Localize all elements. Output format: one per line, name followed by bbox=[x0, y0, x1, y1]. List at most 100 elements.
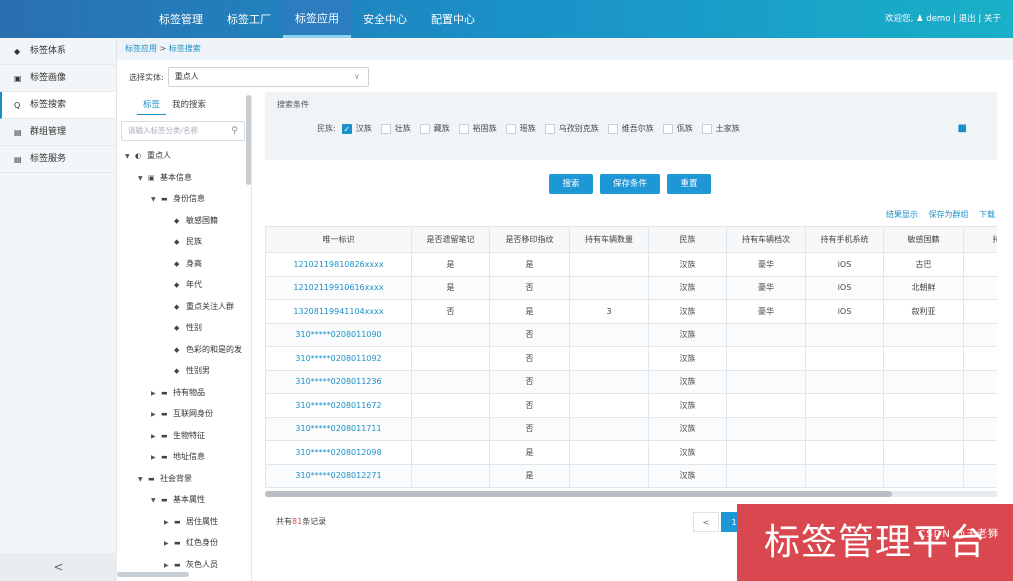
table-row[interactable]: 310*****0208011236 否 汉族 bbox=[265, 369, 997, 394]
tree-vertical-scrollbar[interactable] bbox=[246, 95, 251, 185]
sidebar-item-tag-service[interactable]: ▤ 标签服务 bbox=[0, 146, 116, 173]
caret-down-icon[interactable]: ▼ bbox=[125, 146, 135, 167]
about-link[interactable]: 关于 bbox=[984, 14, 1001, 24]
ethnicity-checkbox[interactable]: 乌孜别克族 bbox=[544, 123, 599, 134]
column-header[interactable]: 是否移印指纹 bbox=[489, 226, 570, 253]
entity-select[interactable]: 重点人 ∨ bbox=[167, 67, 369, 87]
caret-down-icon[interactable]: ▼ bbox=[151, 189, 161, 210]
checkbox-icon[interactable] bbox=[419, 123, 430, 134]
ethnicity-checkbox[interactable]: 土家族 bbox=[701, 123, 740, 134]
record-id-link[interactable]: 12102119810826xxxx bbox=[265, 252, 412, 277]
caret-right-icon[interactable]: ▶ bbox=[151, 404, 161, 425]
save-as-group-link[interactable]: 保存为群组 bbox=[928, 210, 968, 219]
topnav-tag-management[interactable]: 标签管理 bbox=[147, 0, 215, 38]
tab-my-searches[interactable]: 我的搜索 bbox=[166, 95, 212, 115]
tree-node[interactable]: ◆ 色彩的和是的发 bbox=[117, 339, 247, 361]
record-id-link[interactable]: 310*****0208011236 bbox=[265, 369, 412, 394]
column-header[interactable]: 持有车辆数量 bbox=[569, 226, 649, 253]
table-row[interactable]: 12102119910616xxxx是否 汉族豪华iOS北朝鲜有 bbox=[265, 275, 997, 300]
tree-node[interactable]: ▶ ▬ 红色身份 bbox=[117, 532, 247, 554]
caret-down-icon[interactable]: ▼ bbox=[138, 168, 148, 189]
tree-node[interactable]: ▼ ▬ 社会背景 bbox=[117, 468, 247, 490]
caret-right-icon[interactable]: ▶ bbox=[164, 533, 174, 554]
table-row[interactable]: 310*****0208012271 是 汉族 bbox=[265, 463, 997, 488]
tree-search-input[interactable]: 请输入标签分类/名称 ⚲ bbox=[121, 121, 245, 141]
checkbox-icon[interactable] bbox=[701, 123, 712, 134]
result-display-link[interactable]: 结果显示 bbox=[886, 210, 918, 219]
checkbox-icon[interactable] bbox=[380, 123, 391, 134]
tree-node[interactable]: ◆ 性别 bbox=[117, 317, 247, 339]
column-header[interactable]: 持有手机系统 bbox=[805, 226, 884, 253]
column-header[interactable]: 唯一标识 bbox=[265, 226, 412, 253]
tree-node[interactable]: ▶ ▬ 地址信息 bbox=[117, 446, 247, 468]
caret-right-icon[interactable]: ▶ bbox=[151, 426, 161, 447]
tree-node[interactable]: ▼ ▬ 基本属性 bbox=[117, 489, 247, 511]
column-header[interactable]: 民族 bbox=[648, 226, 727, 253]
table-row[interactable]: 310*****0208011672 否 汉族 bbox=[265, 393, 997, 418]
ethnicity-checkbox[interactable]: 藏族 bbox=[419, 123, 450, 134]
table-row[interactable]: 310*****0208011092 否 汉族 bbox=[265, 346, 997, 371]
tree-node[interactable]: ▶ ▬ 居住属性 bbox=[117, 511, 247, 533]
sidebar-item-tag-search[interactable]: Q 标签搜索 bbox=[0, 92, 116, 119]
checkbox-checked-icon[interactable]: ✓ bbox=[341, 123, 352, 134]
record-id-link[interactable]: 310*****0208012098 bbox=[265, 440, 412, 465]
caret-down-icon[interactable]: ▼ bbox=[138, 469, 148, 490]
ethnicity-checkbox[interactable]: 壮族 bbox=[380, 123, 411, 134]
table-row[interactable]: 310*****0208012098 是 汉族 bbox=[265, 440, 997, 465]
tree-node[interactable]: ▼ ◐ 重点人 bbox=[117, 145, 247, 167]
record-id-link[interactable]: 310*****0208011672 bbox=[265, 393, 412, 418]
trash-icon[interactable]: ■ bbox=[958, 123, 967, 134]
tab-tags[interactable]: 标签 bbox=[137, 95, 167, 115]
scrollbar-thumb[interactable] bbox=[265, 491, 892, 497]
username[interactable]: demo bbox=[926, 14, 950, 24]
column-header[interactable]: 持有手 bbox=[963, 226, 997, 253]
ethnicity-checkbox[interactable]: 佤族 bbox=[662, 123, 693, 134]
record-id-link[interactable]: 310*****0208012271 bbox=[265, 463, 412, 488]
caret-right-icon[interactable]: ▶ bbox=[164, 512, 174, 533]
topnav-config-center[interactable]: 配置中心 bbox=[419, 0, 487, 38]
ethnicity-checkbox[interactable]: 维吾尔族 bbox=[607, 123, 654, 134]
tree-horizontal-scrollbar[interactable] bbox=[117, 572, 189, 577]
sidebar-collapse-button[interactable]: < bbox=[0, 553, 117, 581]
tree-node[interactable]: ◆ 民族 bbox=[117, 231, 247, 253]
tree-node[interactable]: ▶ ▬ 互联网身份 bbox=[117, 403, 247, 425]
search-icon[interactable]: ⚲ bbox=[231, 122, 238, 140]
checkbox-icon[interactable] bbox=[458, 123, 469, 134]
record-id-link[interactable]: 12102119910616xxxx bbox=[265, 275, 412, 300]
sidebar-item-group-management[interactable]: ▤ 群组管理 bbox=[0, 119, 116, 146]
tree-node[interactable]: ▼ ▣ 基本信息 bbox=[117, 167, 247, 189]
checkbox-icon[interactable] bbox=[505, 123, 516, 134]
sidebar-item-tag-system[interactable]: ◆ 标签体系 bbox=[0, 38, 116, 65]
tree-node[interactable]: ▶ ▬ 生物特征 bbox=[117, 425, 247, 447]
table-row[interactable]: 12102119810826xxxx是是汉族豪华iOS古巴有 bbox=[265, 252, 997, 277]
checkbox-icon[interactable] bbox=[544, 123, 555, 134]
caret-down-icon[interactable]: ▼ bbox=[151, 490, 161, 511]
ethnicity-checkbox[interactable]: 裕固族 bbox=[458, 123, 497, 134]
table-row[interactable]: 310*****0208011711 否 汉族 bbox=[265, 416, 997, 441]
reset-button[interactable]: 重置 bbox=[667, 174, 711, 194]
column-header[interactable]: 敏感国籍 bbox=[883, 226, 964, 253]
tree-node[interactable]: ◆ 敏感国籍 bbox=[117, 210, 247, 232]
ethnicity-checkbox[interactable]: 瑶族 bbox=[505, 123, 536, 134]
caret-right-icon[interactable]: ▶ bbox=[151, 447, 161, 468]
table-horizontal-scrollbar[interactable] bbox=[265, 491, 997, 497]
prev-page-button[interactable]: < bbox=[693, 512, 719, 532]
column-header[interactable]: 持有车辆档次 bbox=[726, 226, 806, 253]
topnav-tag-application[interactable]: 标签应用 bbox=[283, 0, 351, 38]
tree-node[interactable]: ◆ 性别男 bbox=[117, 360, 247, 382]
save-conditions-button[interactable]: 保存条件 bbox=[600, 174, 660, 194]
checkbox-icon[interactable] bbox=[662, 123, 673, 134]
sidebar-item-tag-portrait[interactable]: ▣ 标签画像 bbox=[0, 65, 116, 92]
column-header[interactable]: 是否遗留笔记 bbox=[411, 226, 490, 253]
tree-node[interactable]: ◆ 重点关注人群 bbox=[117, 296, 247, 318]
topnav-tag-factory[interactable]: 标签工厂 bbox=[215, 0, 283, 38]
tree-node[interactable]: ▶ ▬ 持有物品 bbox=[117, 382, 247, 404]
topnav-security-center[interactable]: 安全中心 bbox=[351, 0, 419, 38]
tree-node[interactable]: ◆ 年代 bbox=[117, 274, 247, 296]
table-row[interactable]: 310*****0208011090 否 汉族 bbox=[265, 322, 997, 347]
record-id-link[interactable]: 310*****0208011711 bbox=[265, 416, 412, 441]
breadcrumb-parent[interactable]: 标签应用 bbox=[125, 44, 157, 53]
checkbox-icon[interactable] bbox=[607, 123, 618, 134]
tree-node[interactable]: ◆ 身高 bbox=[117, 253, 247, 275]
caret-right-icon[interactable]: ▶ bbox=[151, 383, 161, 404]
